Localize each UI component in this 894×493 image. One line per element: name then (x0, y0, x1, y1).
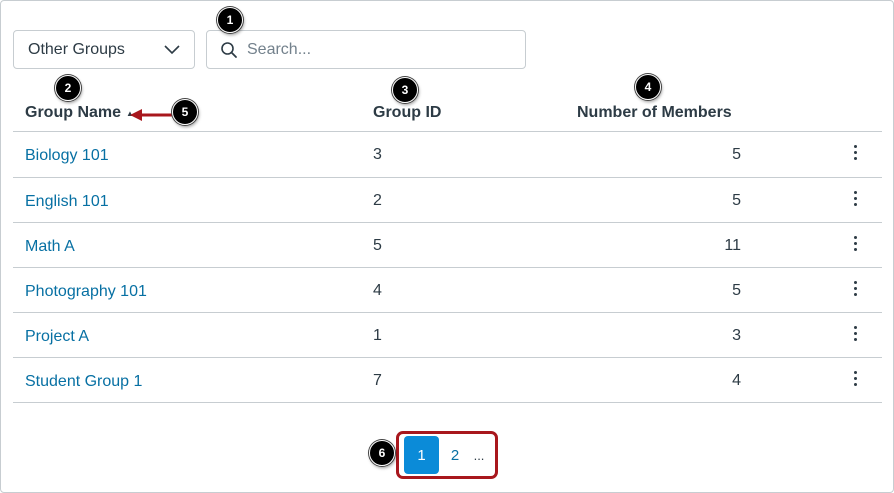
kebab-menu-icon[interactable] (850, 281, 860, 299)
group-category-select-value: Other Groups (28, 40, 125, 58)
table-row: Math A 5 11 (13, 223, 882, 268)
page-button-current[interactable]: 1 (404, 436, 439, 474)
group-name-link[interactable]: Biology 101 (25, 147, 109, 165)
chevron-down-icon (164, 45, 180, 55)
kebab-menu-icon[interactable] (850, 191, 860, 209)
search-field[interactable] (206, 30, 526, 69)
group-id-cell: 2 (373, 192, 382, 209)
table-row: Project A 1 3 (13, 313, 882, 358)
group-id-cell: 3 (373, 146, 382, 163)
table-row: English 101 2 5 (13, 178, 882, 223)
group-name-link[interactable]: Student Group 1 (25, 373, 142, 391)
group-category-select[interactable]: Other Groups (13, 30, 195, 69)
kebab-menu-icon[interactable] (850, 371, 860, 389)
members-cell: 5 (732, 146, 741, 163)
column-header-group-name-label: Group Name (25, 104, 122, 121)
group-id-cell: 4 (373, 282, 382, 299)
group-id-cell: 5 (373, 237, 382, 254)
search-input[interactable] (247, 40, 507, 59)
column-header-group-id: Group ID (373, 104, 442, 121)
column-header-group-name[interactable]: Group Name ▲ (25, 104, 134, 122)
group-name-link[interactable]: Project A (25, 328, 89, 346)
callout-badge: 4 (635, 74, 661, 100)
group-name-link[interactable]: English 101 (25, 193, 109, 211)
kebab-menu-icon[interactable] (850, 236, 860, 254)
callout-badge: 2 (55, 75, 81, 101)
callout-badge: 1 (217, 7, 243, 33)
kebab-menu-icon[interactable] (850, 326, 860, 344)
row-divider (13, 402, 882, 403)
members-cell: 11 (724, 237, 741, 254)
group-id-cell: 1 (373, 327, 382, 344)
callout-badge: 6 (369, 440, 395, 466)
page-ellipsis: ... (473, 447, 485, 463)
callout-badge: 3 (392, 77, 418, 103)
members-cell: 5 (732, 282, 741, 299)
search-icon (221, 42, 237, 58)
page-button-next[interactable]: 2 (440, 436, 470, 474)
kebab-menu-icon[interactable] (850, 145, 860, 163)
table-row: Student Group 1 7 4 (13, 358, 882, 403)
members-cell: 3 (732, 327, 741, 344)
members-cell: 5 (732, 192, 741, 209)
group-name-link[interactable]: Photography 101 (25, 283, 147, 301)
callout-badge: 5 (172, 99, 198, 125)
table-row: Photography 101 4 5 (13, 268, 882, 313)
column-header-members: Number of Members (577, 104, 732, 121)
group-id-cell: 7 (373, 372, 382, 389)
table-row: Biology 101 3 5 (13, 132, 882, 177)
group-name-link[interactable]: Math A (25, 238, 75, 256)
members-cell: 4 (732, 372, 741, 389)
callout-arrow (130, 109, 172, 121)
